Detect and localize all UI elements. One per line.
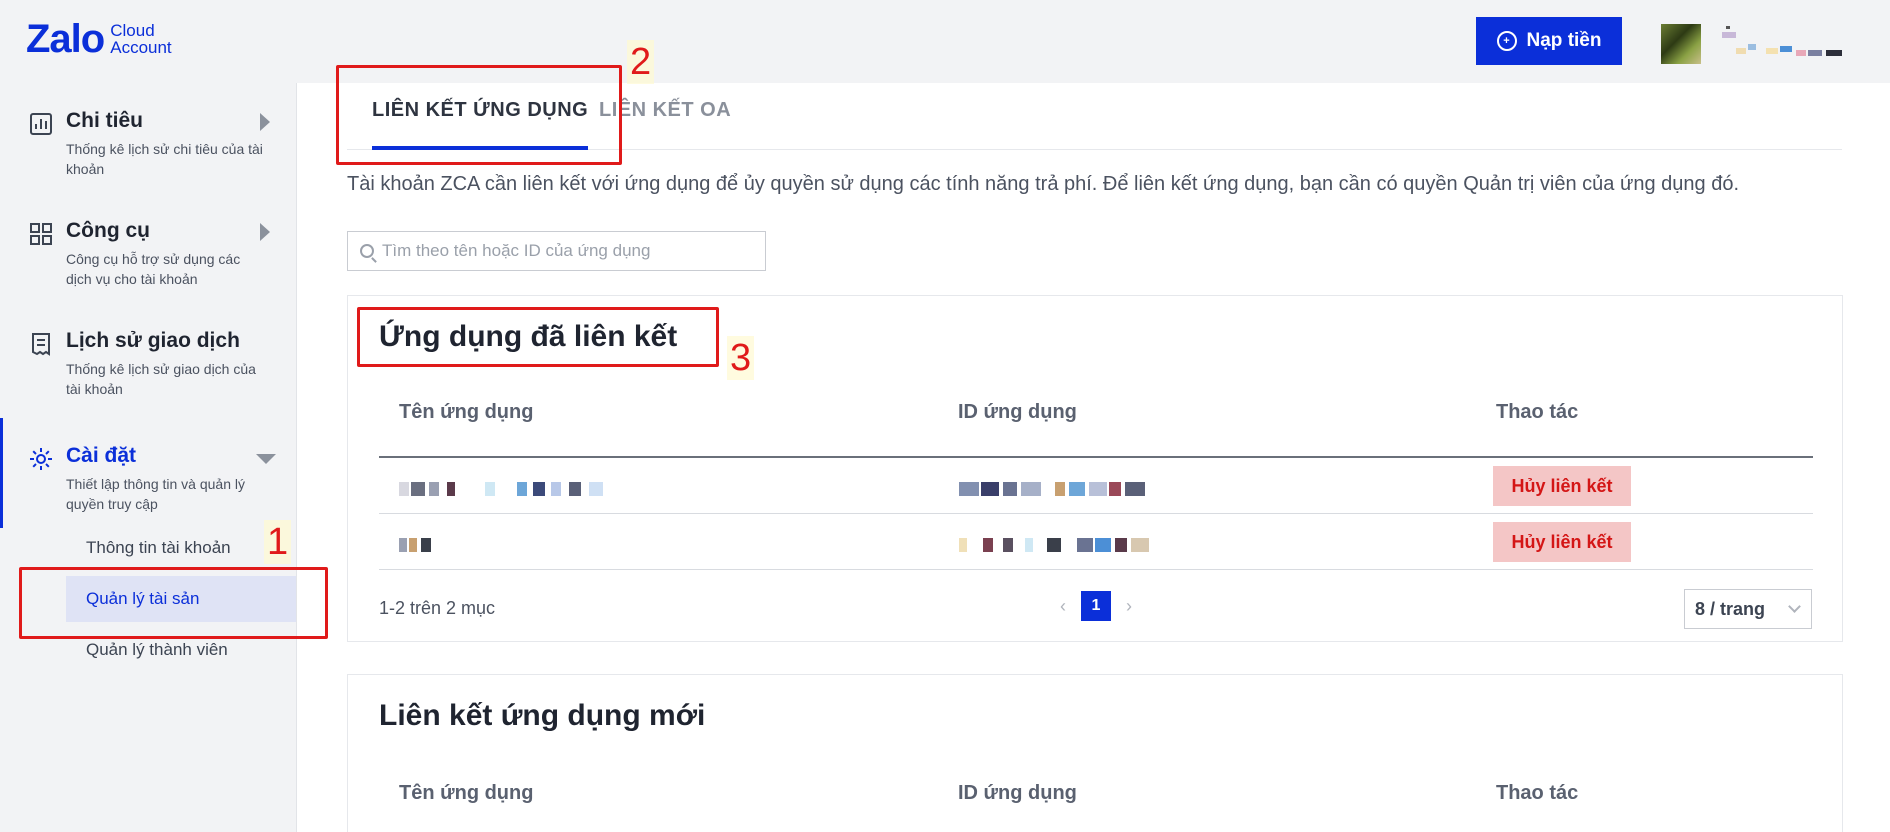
page-number-current[interactable]: 1	[1081, 591, 1111, 621]
grid-tools-icon	[30, 223, 52, 245]
logo-sub-line2: Account	[110, 38, 172, 57]
main-content: LIÊN KẾT ỨNG DỤNG LIÊN KẾT OA Tài khoản …	[297, 83, 1890, 832]
search-icon	[360, 244, 374, 258]
page-size-select[interactable]: 8 / trang	[1684, 589, 1812, 629]
unlink-button[interactable]: Hủy liên kết	[1493, 466, 1631, 506]
sidebar-item-spending[interactable]: Chi tiêu Thống kê lịch sử chi tiêu của t…	[0, 83, 297, 193]
caret-right-icon	[260, 223, 270, 241]
unlink-button[interactable]: Hủy liên kết	[1493, 522, 1631, 562]
search-box	[347, 231, 766, 271]
new-link-title: Liên kết ứng dụng mới	[379, 699, 706, 732]
app-id-redacted	[959, 482, 1159, 496]
app-name-redacted	[399, 482, 629, 496]
search-input[interactable]	[382, 241, 762, 261]
sidebar-item-title: Lịch sử giao dịch	[66, 329, 240, 352]
new-link-card: Liên kết ứng dụng mới Tên ứng dụng ID ứn…	[347, 674, 1843, 832]
page-size-value: 8 / trang	[1695, 598, 1766, 619]
annotation-box-3	[357, 307, 719, 367]
report-chart-icon	[30, 113, 52, 135]
app-id-redacted	[959, 538, 1169, 552]
annotation-number-3: 3	[727, 336, 755, 380]
column-header-actions: Thao tác	[1496, 782, 1579, 804]
chevron-right-icon[interactable]: ›	[1121, 591, 1137, 621]
topup-button[interactable]: + Nạp tiền	[1476, 17, 1622, 65]
gear-icon	[30, 448, 52, 470]
coin-plus-icon: +	[1496, 31, 1517, 51]
sidebar-item-title: Cài đặt	[66, 444, 137, 467]
annotation-box-1	[19, 567, 328, 639]
sidebar-item-title: Chi tiêu	[66, 109, 143, 132]
sidebar-item-desc: Thống kê lịch sử chi tiêu của tài khoản	[66, 141, 263, 177]
receipt-icon	[32, 333, 50, 356]
user-avatar[interactable]	[1661, 24, 1701, 64]
caret-down-icon	[256, 454, 276, 464]
annotation-number-2: 2	[627, 40, 655, 84]
column-header-app-id: ID ứng dụng	[958, 401, 1077, 423]
logo-subtitle: Cloud Account	[110, 22, 171, 56]
sidebar-item-settings[interactable]: Cài đặt Thiết lập thông tin và quản lý q…	[0, 418, 297, 528]
chevron-down-icon	[1788, 600, 1801, 613]
column-header-app-name: Tên ứng dụng	[399, 782, 534, 804]
column-header-app-name: Tên ứng dụng	[399, 401, 534, 423]
top-header: Zalo Cloud Account + Nạp tiền	[0, 0, 1890, 83]
table-row: Hủy liên kết	[379, 514, 1813, 570]
app-name-redacted	[399, 538, 439, 552]
table-row: Hủy liên kết	[379, 458, 1813, 514]
pagination-summary: 1-2 trên 2 mục	[379, 598, 496, 618]
pagination: ‹ 1 ›	[1055, 591, 1137, 621]
sidebar-item-title: Công cụ	[66, 219, 150, 242]
annotation-number-1: 1	[264, 520, 292, 564]
sidebar-item-transactions[interactable]: Lịch sử giao dịch Thống kê lịch sử giao …	[0, 303, 297, 413]
column-header-app-id: ID ứng dụng	[958, 782, 1077, 804]
user-name-redacted[interactable]	[1722, 26, 1842, 62]
zalo-cloud-logo[interactable]: Zalo Cloud Account	[26, 18, 172, 60]
logo-wordmark: Zalo	[26, 17, 105, 61]
sidebar-item-desc: Thống kê lịch sử giao dịch của tài khoản	[66, 361, 256, 397]
column-header-actions: Thao tác	[1496, 401, 1579, 423]
sidebar: Chi tiêu Thống kê lịch sử chi tiêu của t…	[0, 83, 297, 832]
annotation-box-2	[336, 65, 622, 165]
chevron-left-icon[interactable]: ‹	[1055, 591, 1071, 621]
sidebar-item-tools[interactable]: Công cụ Công cụ hỗ trợ sử dụng các dịch …	[0, 193, 297, 303]
sidebar-item-desc: Công cụ hỗ trợ sử dụng các dịch vụ cho t…	[66, 251, 241, 287]
sidebar-item-desc: Thiết lập thông tin và quản lý quyền tru…	[66, 476, 246, 512]
topup-label: Nạp tiền	[1526, 30, 1602, 51]
intro-text: Tài khoản ZCA cần liên kết với ứng dụng …	[347, 173, 1740, 195]
sidebar-subitem-account-info[interactable]: Thông tin tài khoản	[66, 525, 296, 571]
logo-sub-line1: Cloud	[110, 21, 155, 40]
caret-right-icon	[260, 113, 270, 131]
